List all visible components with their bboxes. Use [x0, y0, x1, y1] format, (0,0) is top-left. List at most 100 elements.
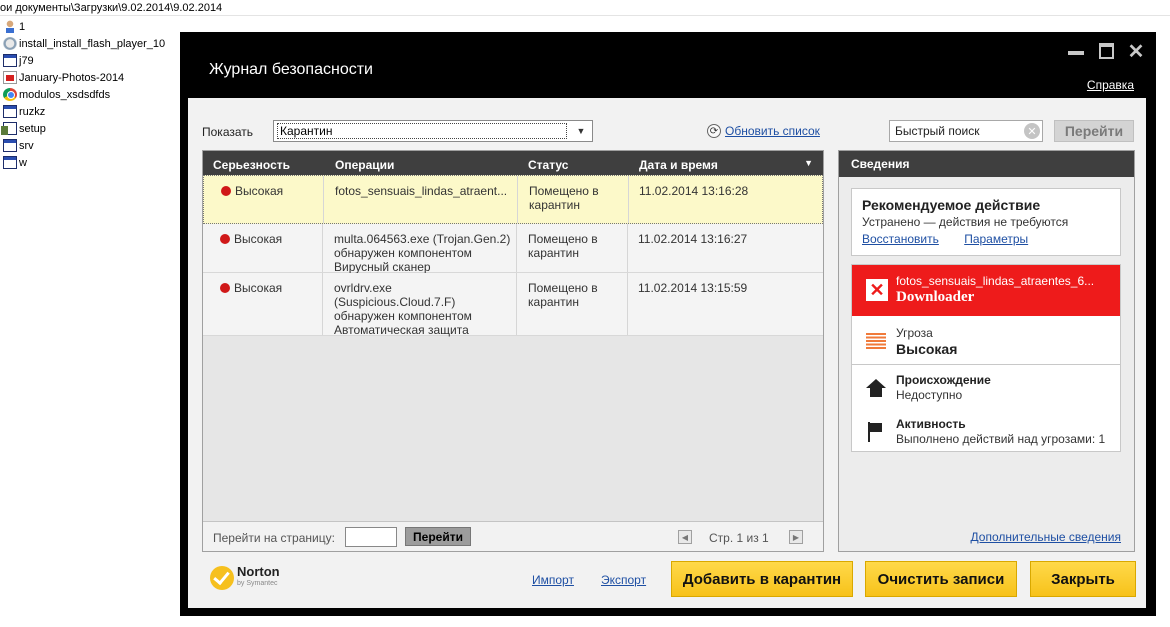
more-details-link[interactable]: Дополнительные сведения — [971, 530, 1121, 544]
column-divider — [517, 176, 518, 223]
threat-banner: ✕ fotos_sensuais_lindas_atraentes_6... D… — [852, 265, 1120, 316]
clear-records-button[interactable]: Очистить записи — [865, 561, 1017, 597]
file-item[interactable]: setup — [1, 120, 183, 137]
column-divider — [628, 176, 629, 223]
norton-check-icon — [210, 566, 234, 590]
refresh-icon[interactable]: ⟳ — [707, 124, 721, 138]
page-number-input[interactable] — [345, 527, 397, 547]
goto-page-button[interactable]: Перейти — [405, 527, 471, 546]
window-icon — [3, 54, 17, 67]
severity-cell: Высокая — [220, 232, 282, 246]
chevron-down-icon[interactable]: ▼ — [570, 121, 592, 141]
status-cell: Помещено в карантин — [528, 281, 598, 309]
restore-link[interactable]: Восстановить — [862, 232, 939, 246]
operation-cell: multa.064563.exe (Trojan.Gen.2) обнаруже… — [334, 232, 511, 274]
operation-cell: ovrldrv.exe (Suspicious.Cloud.7.F) обнар… — [334, 281, 472, 337]
maximize-icon[interactable] — [1096, 43, 1116, 59]
activity-label: Активность — [896, 417, 966, 431]
norton-logo: Norton by Symantec — [210, 564, 280, 590]
status-cell: Помещено в карантин — [528, 232, 598, 260]
severity-cell: Высокая — [220, 281, 282, 295]
file-item[interactable]: modulos_xsdsdfds — [3, 86, 183, 103]
threat-severity: Угроза Высокая — [852, 316, 1120, 365]
column-operations[interactable]: Операции — [335, 158, 394, 172]
show-label: Показать — [202, 125, 254, 139]
help-link[interactable]: Справка — [1087, 78, 1134, 92]
table-row[interactable]: Высокая multa.064563.exe (Trojan.Gen.2) … — [203, 224, 823, 274]
recommended-sub: Устранено — действия не требуются — [862, 215, 1069, 229]
user-icon — [3, 20, 17, 33]
severity-text: Высокая — [234, 232, 283, 246]
origin-label: Происхождение — [896, 373, 991, 387]
sort-down-icon[interactable]: ▼ — [804, 158, 813, 168]
column-status[interactable]: Статус — [528, 158, 568, 172]
import-link[interactable]: Импорт — [532, 573, 574, 587]
add-to-quarantine-button[interactable]: Добавить в карантин — [671, 561, 853, 597]
chrome-icon — [3, 88, 17, 101]
column-divider — [322, 273, 323, 335]
table-row[interactable]: Высокая ovrldrv.exe (Suspicious.Cloud.7.… — [203, 273, 823, 337]
pager: Перейти на страницу: Перейти ◀ Стр. 1 из… — [203, 521, 823, 551]
file-name: w — [19, 156, 27, 169]
column-divider — [516, 224, 517, 272]
file-item[interactable]: 1 — [3, 18, 183, 35]
file-item[interactable]: srv — [3, 137, 183, 154]
file-item[interactable]: w — [3, 154, 183, 171]
page-indicator: Стр. 1 из 1 — [709, 531, 769, 545]
file-name: ruzkz — [19, 105, 46, 118]
file-name: install_install_flash_player_10 — [19, 37, 166, 50]
recommended-action: Рекомендуемое действие Устранено — дейст… — [851, 188, 1121, 256]
clear-search-icon[interactable]: ✕ — [1024, 123, 1040, 139]
refresh-list[interactable]: ⟳ Обновить список — [707, 124, 820, 138]
column-datetime[interactable]: Дата и время — [639, 158, 718, 172]
file-item[interactable]: j79 — [3, 52, 183, 69]
severity-text: Высокая — [234, 281, 283, 295]
activity-value: Выполнено действий над угрозами: 1 — [896, 432, 1106, 446]
file-list: 1 install_install_flash_player_10 j79 Ja… — [1, 18, 183, 171]
file-name: srv — [19, 139, 34, 152]
severity-label: Угроза — [896, 326, 933, 340]
file-item[interactable]: January-Photos-2014 — [3, 69, 183, 86]
prev-page-icon[interactable]: ◀ — [678, 530, 692, 544]
next-page-icon[interactable]: ▶ — [789, 530, 803, 544]
details-panel: Сведения Рекомендуемое действие Устранен… — [838, 150, 1135, 552]
column-divider — [627, 273, 628, 335]
recommended-title: Рекомендуемое действие — [862, 197, 1041, 213]
security-history-window: Журнал безопасности ✕ Справка Показать К… — [180, 32, 1156, 616]
origin-value: Недоступно — [896, 388, 963, 402]
file-item[interactable]: ruzkz — [3, 103, 183, 120]
logo-sub: by Symantec — [237, 580, 278, 587]
window-icon — [3, 105, 17, 118]
close-icon[interactable]: ✕ — [1126, 41, 1146, 63]
threat-name: Downloader — [896, 289, 975, 305]
show-dropdown-value: Карантин — [277, 123, 567, 139]
setup-icon — [1, 122, 17, 135]
column-severity[interactable]: Серьезность — [213, 158, 290, 172]
threat-card: ✕ fotos_sensuais_lindas_atraentes_6... D… — [851, 264, 1121, 452]
table-header: Серьезность Операции Статус Дата и время… — [203, 151, 823, 175]
table-row[interactable]: Высокая fotos_sensuais_lindas_atraent...… — [203, 175, 823, 224]
high-severity-icon — [221, 186, 231, 196]
window-icon — [3, 156, 17, 169]
close-button[interactable]: Закрыть — [1030, 561, 1136, 597]
refresh-link[interactable]: Обновить список — [725, 124, 820, 138]
export-link[interactable]: Экспорт — [601, 573, 646, 587]
operation-cell: fotos_sensuais_lindas_atraent... — [335, 184, 508, 198]
goto-page-label: Перейти на страницу: — [213, 531, 335, 545]
logo-text: Norton — [237, 564, 280, 579]
high-severity-icon — [220, 283, 230, 293]
search-go-button[interactable]: Перейти — [1054, 120, 1134, 142]
threat-origin: Происхождение Недоступно — [852, 365, 1120, 409]
show-dropdown[interactable]: Карантин ▼ — [273, 120, 593, 142]
history-table: Серьезность Операции Статус Дата и время… — [202, 150, 824, 552]
file-item[interactable]: install_install_flash_player_10 — [3, 35, 183, 52]
parameters-link[interactable]: Параметры — [964, 232, 1028, 246]
file-name: 1 — [19, 20, 26, 33]
pdf-icon — [3, 71, 17, 84]
window-title: Журнал безопасности — [209, 61, 373, 78]
file-name: modulos_xsdsdfds — [19, 88, 111, 101]
minimize-icon[interactable] — [1066, 43, 1086, 59]
threat-activity: Активность Выполнено действий над угроза… — [852, 409, 1120, 453]
severity-bars-icon — [866, 333, 886, 349]
quick-search-input[interactable]: Быстрый поиск — [889, 120, 1043, 142]
